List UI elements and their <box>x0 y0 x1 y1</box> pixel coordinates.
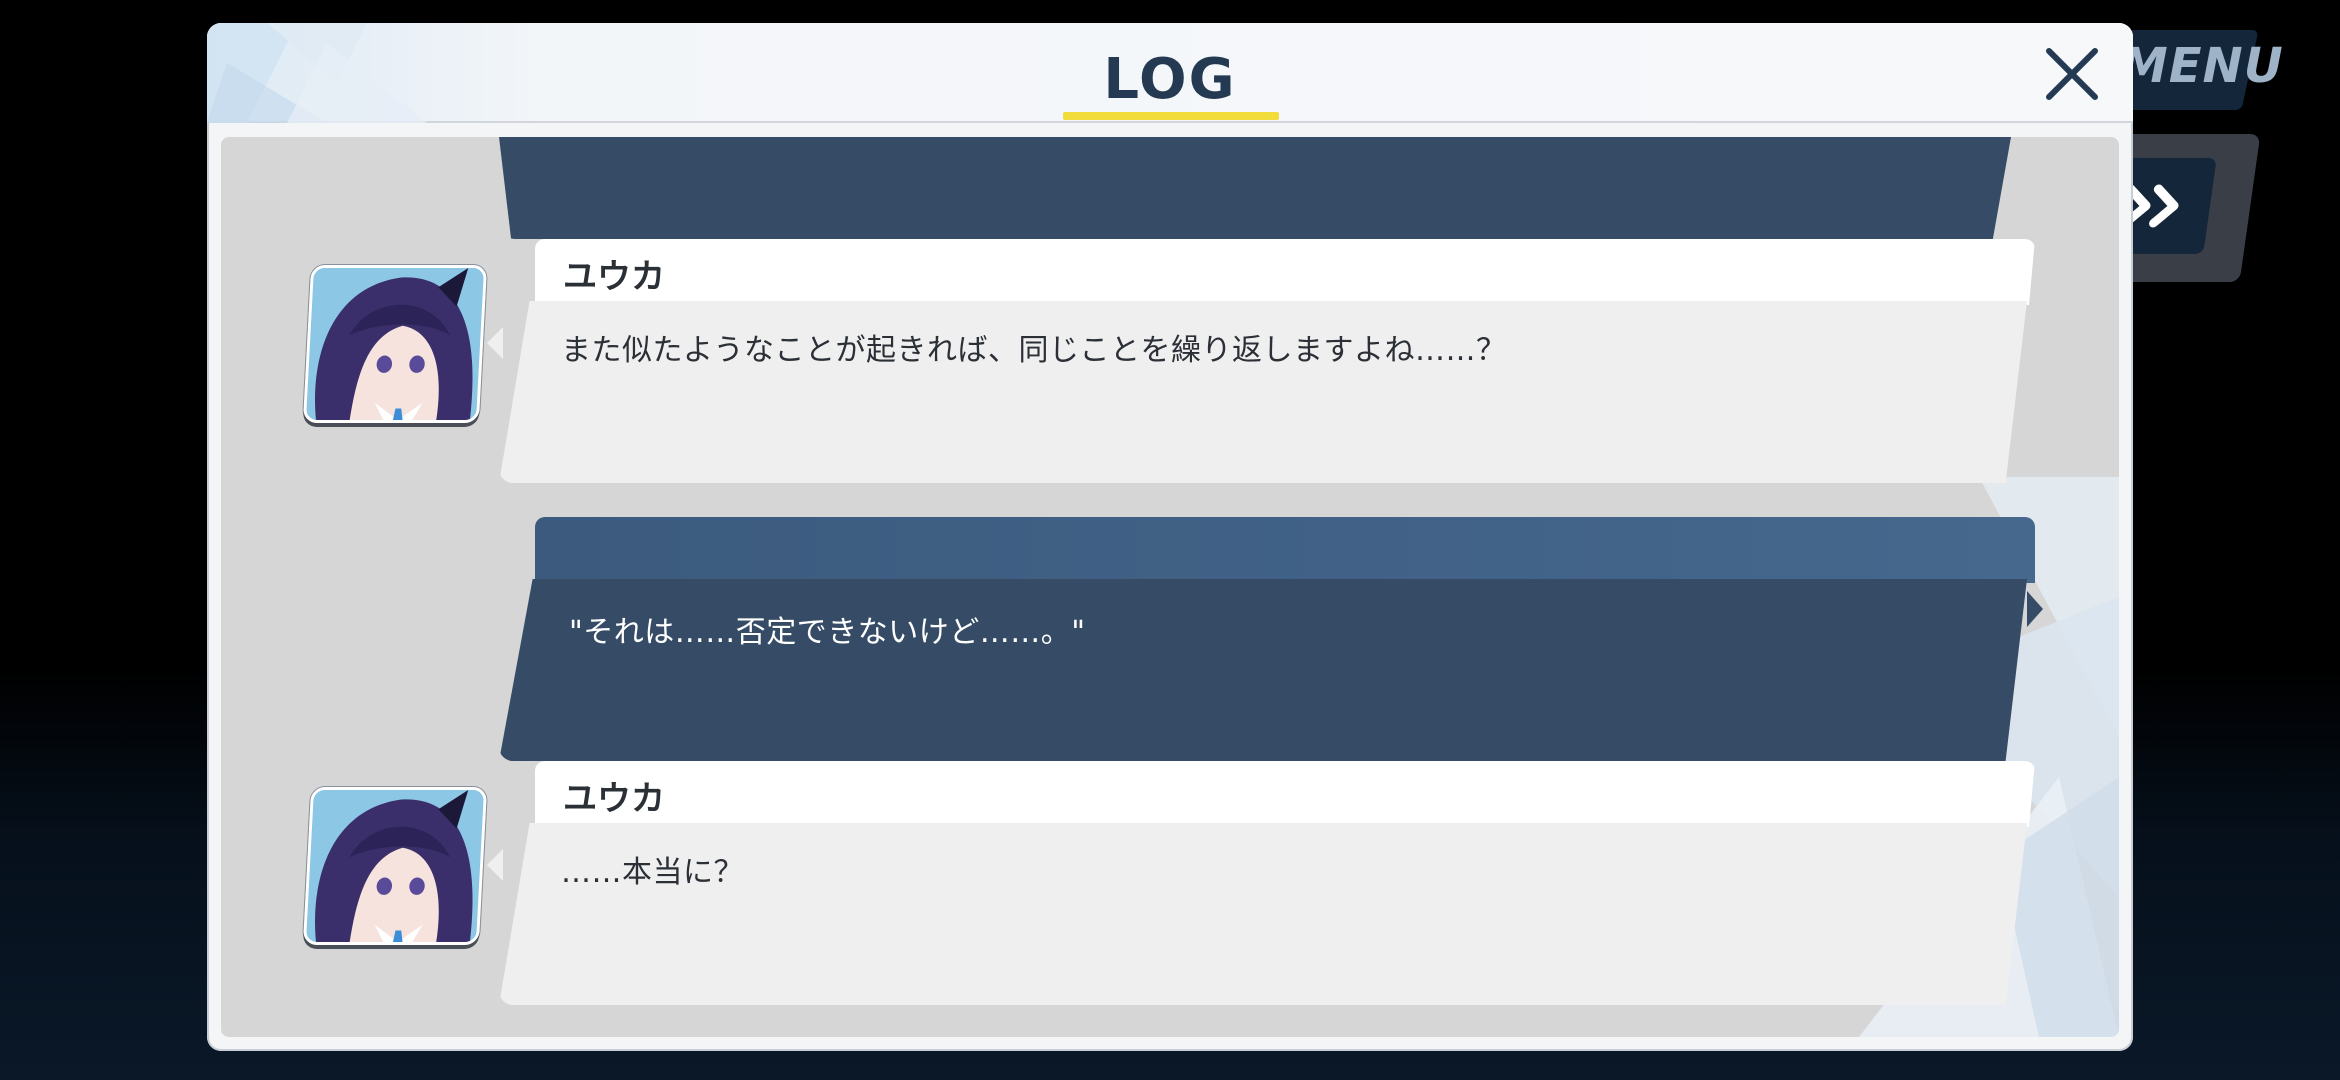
close-icon[interactable] <box>2039 41 2105 107</box>
speaker-avatar <box>302 265 488 423</box>
log-header: LOG <box>207 23 2133 123</box>
log-scroll-area[interactable]: ユウカ また似たようなことが起きれば、同じことを繰り返しますよね……？ "それは… <box>221 137 2119 1037</box>
title-underline <box>1063 112 1279 120</box>
yuuka-portrait <box>306 268 484 420</box>
game-screen: MENU LOG ユウカ また似たようなことが起きれば、同じことを繰り返しますよ… <box>0 0 2340 1080</box>
player-log-entry: "それは……否定できないけど……。" <box>499 517 2043 761</box>
dialogue-pointer <box>487 849 503 881</box>
log-panel: LOG ユウカ また似たようなことが起きれば、同じことを繰り返しますよね……？ … <box>207 23 2133 1051</box>
speaker-name: ユウカ <box>563 779 665 819</box>
log-title: LOG <box>1103 47 1237 112</box>
dialogue-pointer <box>487 327 503 359</box>
log-entry-partial <box>499 137 2011 239</box>
player-dialogue-text: "それは……否定できないけど……。" <box>569 615 1086 650</box>
player-bubble-top <box>535 517 2035 583</box>
dialogue-text: ……本当に？ <box>561 855 744 890</box>
yuuka-portrait <box>306 790 484 942</box>
log-entry: ユウカ ……本当に？ <box>487 761 2035 1005</box>
dialogue-text: また似たようなことが起きれば、同じことを繰り返しますよね……？ <box>561 333 1507 368</box>
menu-button-label: MENU <box>2120 38 2284 94</box>
speaker-name-bar <box>535 239 2035 305</box>
speaker-avatar <box>302 787 488 945</box>
speaker-name-bar <box>535 761 2035 827</box>
log-entry: ユウカ また似たようなことが起きれば、同じことを繰り返しますよね……？ <box>487 239 2035 483</box>
speaker-name: ユウカ <box>563 257 665 297</box>
player-bubble-pointer <box>2027 591 2043 627</box>
